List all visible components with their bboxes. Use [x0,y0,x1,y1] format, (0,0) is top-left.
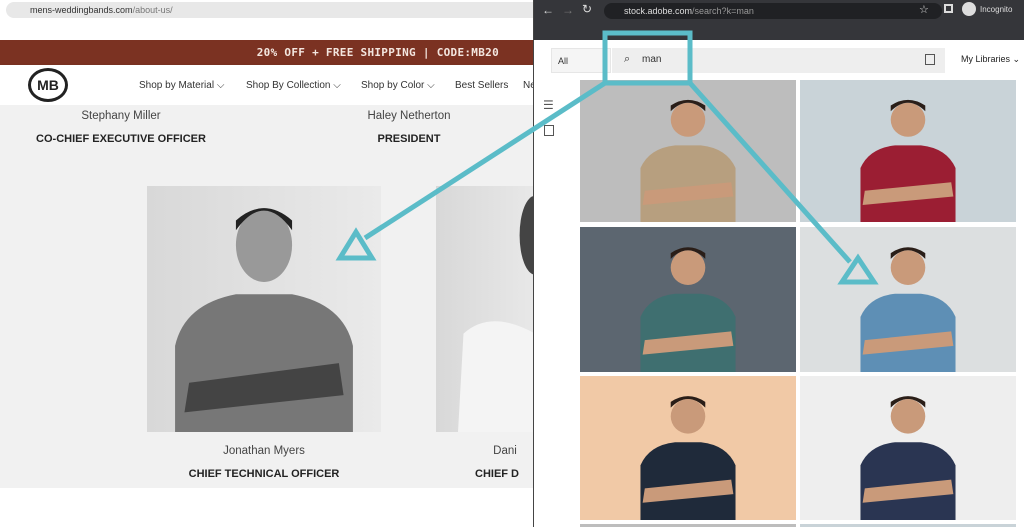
address-bar[interactable]: mens-weddingbands.com/about-us/ [6,2,534,18]
address-bar[interactable]: stock.adobe.com/search?k=man [604,3,942,19]
back-icon[interactable]: ← [542,3,554,17]
team-name: Haley Netherton [367,110,451,122]
result-thumbnail[interactable] [580,376,796,520]
team-name: Stephany Miller [81,110,161,122]
promo-banner: 20% OFF + FREE SHIPPING | CODE:MB20 [0,40,534,65]
url-path: /about-us/ [132,5,173,15]
team-photo [147,186,381,432]
filters-icon[interactable]: ☰ [543,98,554,112]
team-photo [436,186,534,432]
incognito-icon[interactable] [962,2,976,16]
profile-label: Incognito [980,5,1013,14]
result-thumbnail[interactable] [800,80,1016,222]
star-icon[interactable]: ☆ [919,3,929,16]
url-domain: stock.adobe.com [624,6,693,16]
site-nav: MB Shop by Material ⌵ Shop By Collection… [0,65,534,105]
visual-search-icon[interactable] [925,54,935,65]
search-value: man [642,54,662,65]
nav-shop-by-color[interactable]: Shop by Color ⌵ [361,80,435,91]
result-thumbnail[interactable] [800,376,1016,520]
team-name: Jonathan Myers [223,445,305,457]
left-browser-window: mens-weddingbands.com/about-us/ 20% OFF … [0,0,534,527]
team-role: CHIEF D [475,468,519,480]
nav-shop-by-material[interactable]: Shop by Material ⌵ [139,80,224,91]
visual-search-side-icon[interactable] [544,125,554,136]
browser-chrome: ← → ↻ stock.adobe.com/search?k=man ☆ Inc… [534,0,1024,40]
team-role: PRESIDENT [377,133,441,145]
search-icon: ⌕ [624,53,631,65]
nav-best-sellers[interactable]: Best Sellers [455,80,508,91]
team-section: Stephany Miller CO-CHIEF EXECUTIVE OFFIC… [0,105,534,488]
team-role: CO-CHIEF EXECUTIVE OFFICER [36,133,206,145]
search-input[interactable]: ⌕ man [612,48,945,73]
right-browser-window: ← → ↻ stock.adobe.com/search?k=man ☆ Inc… [533,0,1024,527]
result-thumbnail[interactable] [580,80,796,222]
result-thumbnail[interactable] [580,227,796,372]
filter-select[interactable]: All [551,48,611,73]
nav-shop-by-collection[interactable]: Shop By Collection ⌵ [246,80,341,91]
sidepanel-icon[interactable] [944,4,953,13]
my-libraries-button[interactable]: My Libraries ⌄ [961,54,1020,65]
result-thumbnail[interactable] [800,227,1016,372]
forward-icon[interactable]: → [562,3,574,17]
stock-toolbar: All ⌕ man My Libraries ⌄ [534,40,1024,80]
url-domain: mens-weddingbands.com [30,5,133,15]
site-logo[interactable]: MB [28,68,68,102]
team-name: Dani [493,445,517,457]
url-path: /search?k=man [692,6,754,16]
team-role: CHIEF TECHNICAL OFFICER [188,468,340,480]
reload-icon[interactable]: ↻ [582,2,592,16]
